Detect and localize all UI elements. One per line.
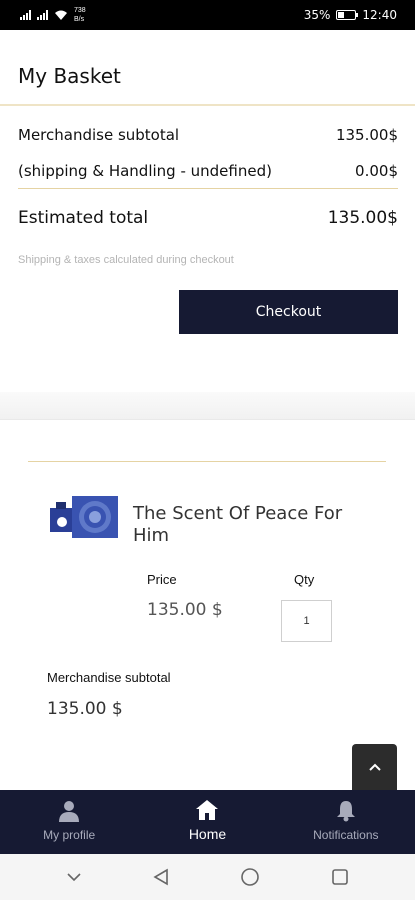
page-header: My Basket [0,30,415,106]
item-divider [28,461,386,462]
home-circle-icon[interactable] [240,867,260,887]
estimated-total-value: 135.00$ [327,208,398,228]
tab-label-my-profile: My profile [43,828,96,842]
item-subtotal-value: 135.00 $ [47,699,123,719]
scroll-to-top-button[interactable] [352,744,397,790]
tab-label-home: Home [188,826,227,842]
price-label: Price [147,572,177,587]
signal-icon-2 [37,10,48,20]
tab-my-profile[interactable]: My profile [0,790,138,854]
battery-icon [336,10,359,20]
shipping-row: (shipping & Handling - undefined) 0.00$ [18,162,398,180]
battery-percent: 35% [303,8,331,22]
section-separator [0,392,415,420]
merchandise-subtotal-label: Merchandise subtotal [18,126,180,144]
merchandise-subtotal-value: 135.00$ [335,126,398,144]
merchandise-subtotal-row: Merchandise subtotal 135.00$ [18,126,398,144]
wifi-icon [55,10,67,20]
tab-notifications[interactable]: Notifications [277,790,415,854]
tab-home[interactable]: Home [138,790,276,854]
back-icon[interactable] [153,868,169,886]
summary-divider [18,188,398,189]
bottom-tab-bar: My profile Home Notifications [0,790,415,854]
signal-icon [20,10,31,20]
clock: 12:40 [362,8,397,22]
home-icon [196,800,219,820]
recents-icon[interactable] [331,868,349,886]
chevron-down-icon[interactable] [66,872,82,882]
product-name[interactable]: The Scent Of Peace For Him [133,503,383,547]
estimated-total-label: Estimated total [18,208,149,228]
price-value: 135.00 $ [147,600,223,620]
person-icon [59,801,80,822]
system-navigation-bar [0,854,415,900]
status-bar: 738 B/s 35% 12:40 [0,0,415,30]
qty-label: Qty [294,572,315,587]
product-image[interactable] [50,496,118,538]
estimated-total-row: Estimated total 135.00$ [18,208,398,228]
quantity-input[interactable]: 1 [281,600,332,642]
page-title: My Basket [18,64,121,88]
network-speed: 738 B/s [74,7,86,23]
checkout-button[interactable]: Checkout [179,290,398,334]
item-subtotal-label: Merchandise subtotal [47,670,171,685]
bell-icon [336,801,355,822]
shipping-note: Shipping & taxes calculated during check… [18,254,234,266]
tab-label-notifications: Notifications [313,828,379,842]
status-left: 738 B/s [20,6,96,24]
shipping-label: (shipping & Handling - undefined) [18,162,272,180]
chevron-up-icon [368,763,381,771]
status-right: 35% 12:40 [304,8,397,22]
shipping-value: 0.00$ [355,162,398,180]
